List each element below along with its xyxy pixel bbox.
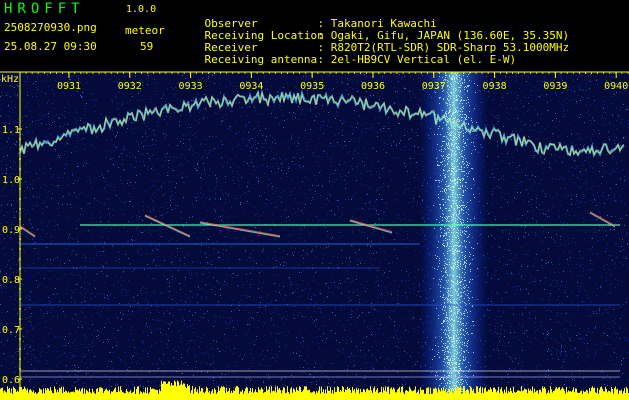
- x-tick-label: 0935: [300, 81, 324, 92]
- x-tick-label: 0938: [483, 81, 507, 92]
- x-tick-label: 0939: [543, 81, 567, 92]
- y-axis-unit: kHz: [1, 74, 20, 85]
- detection-count: 59: [140, 40, 154, 53]
- x-tick-label: 0933: [179, 81, 203, 92]
- x-tick-label: 0936: [361, 81, 385, 92]
- noise-layer: [0, 72, 629, 400]
- x-tick-label: 0931: [57, 81, 81, 92]
- y-tick-label: 0.6: [2, 375, 20, 386]
- app-title: HROFFT: [4, 1, 85, 17]
- info-label: Receiving antenna: [204, 53, 318, 66]
- info-antenna: Receiving antenna: 2el-HB9CV Vertical (e…: [178, 40, 517, 79]
- detection-label: meteor: [125, 24, 165, 37]
- hrofft-window: 1.1 1.0 0.9 0.8 0.7 0.6 0931 0932 0933 0934 0935 09…: [0, 0, 629, 400]
- y-tick-label: 0.9: [2, 225, 20, 236]
- interference-band: [420, 72, 488, 400]
- y-tick-label: 1.0: [2, 175, 20, 186]
- x-tick-label: 0934: [239, 81, 263, 92]
- x-tick-label: 0940: [604, 81, 628, 92]
- file-name: 2508270930.png: [4, 21, 97, 34]
- y-tick-label: 1.1: [2, 125, 20, 136]
- y-tick-label: 0.8: [2, 275, 20, 286]
- x-tick-label: 0937: [422, 81, 446, 92]
- info-value: : 2el-HB9CV Vertical (el. E-W): [317, 53, 517, 66]
- y-tick-label: 0.7: [2, 325, 20, 336]
- date-time: 25.08.27 09:30: [4, 40, 97, 53]
- x-tick-label: 0932: [118, 81, 142, 92]
- app-version: 1.0.0: [126, 4, 157, 15]
